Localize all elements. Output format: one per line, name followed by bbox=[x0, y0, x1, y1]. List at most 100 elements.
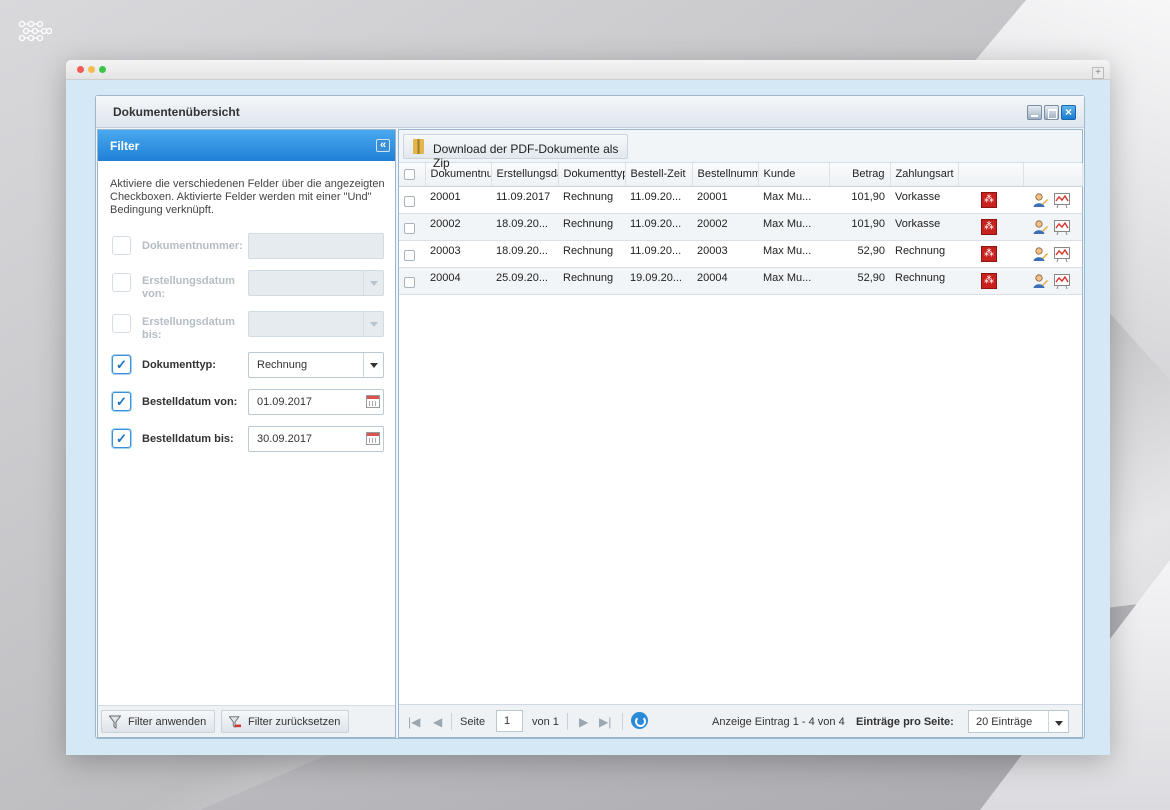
chart-icon[interactable] bbox=[1054, 219, 1070, 235]
chevron-down-icon[interactable] bbox=[363, 353, 383, 377]
table-row[interactable]: 20001 11.09.2017 Rechnung 11.09.20... 20001 M… bbox=[399, 186, 1082, 214]
erstellungsdatum-von-label: Erstellungsdatum von: bbox=[142, 275, 235, 300]
select-all-header[interactable] bbox=[399, 163, 426, 187]
per-page-value: 20 Einträge bbox=[976, 716, 1033, 728]
cell-dokumenttyp: Rechnung bbox=[558, 213, 625, 241]
table-row[interactable]: 20002 18.09.20... Rechnung 11.09.20... 20002… bbox=[399, 213, 1082, 241]
chart-icon[interactable] bbox=[1054, 246, 1070, 262]
minimize-window-button[interactable] bbox=[1027, 105, 1042, 120]
bestelldatum-bis-checkbox[interactable]: ✓ bbox=[112, 429, 131, 448]
column-header-erstellungsdatum[interactable]: Erstellungsdatum bbox=[491, 163, 559, 187]
dokumenttyp-checkbox[interactable]: ✓ bbox=[112, 355, 131, 374]
column-header-bestellnummer[interactable]: Bestellnummer bbox=[692, 163, 759, 187]
erstellungsdatum-von-checkbox[interactable] bbox=[112, 273, 131, 292]
first-page-icon[interactable]: |◀ bbox=[408, 715, 420, 729]
pdf-cell: ⁂ bbox=[958, 213, 1023, 241]
new-tab-icon[interactable]: + bbox=[1092, 67, 1104, 79]
bestelldatum-von-checkbox[interactable]: ✓ bbox=[112, 392, 131, 411]
calendar-icon[interactable] bbox=[366, 395, 380, 408]
table-row[interactable]: 20004 25.09.20... Rechnung 19.09.20... 20004… bbox=[399, 267, 1082, 295]
filter-row-dokumenttyp: ✓ Dokumenttyp: Rechnung bbox=[112, 352, 384, 380]
customer-edit-icon[interactable] bbox=[1032, 246, 1048, 262]
pager-separator bbox=[567, 713, 568, 730]
chart-icon[interactable] bbox=[1054, 192, 1070, 208]
previous-page-icon[interactable]: ◀ bbox=[433, 715, 442, 729]
chevron-down-icon[interactable] bbox=[363, 271, 383, 295]
column-header-zahlungsart[interactable]: Zahlungsart bbox=[890, 163, 959, 187]
last-page-icon[interactable]: ▶| bbox=[599, 715, 611, 729]
bestelldatum-bis-input[interactable]: 30.09.2017 bbox=[248, 426, 384, 452]
reset-filter-button[interactable]: Filter zurücksetzen bbox=[221, 710, 349, 733]
funnel-remove-icon bbox=[229, 716, 241, 728]
table-row[interactable]: 20003 18.09.20... Rechnung 11.09.20... 20003… bbox=[399, 240, 1082, 268]
column-header-bestell-zeit[interactable]: Bestell-Zeit bbox=[625, 163, 693, 187]
bestelldatum-von-label: Bestelldatum von: bbox=[142, 396, 238, 408]
customer-edit-icon[interactable] bbox=[1032, 192, 1048, 208]
bestelldatum-von-input[interactable]: 01.09.2017 bbox=[248, 389, 384, 415]
row-checkbox[interactable] bbox=[404, 195, 415, 207]
column-header-dokumenttyp[interactable]: Dokumenttyp bbox=[558, 163, 626, 187]
chevron-down-icon[interactable] bbox=[363, 312, 383, 336]
dokumentnummer-checkbox[interactable] bbox=[112, 236, 131, 255]
erstellungsdatum-bis-label: Erstellungsdatum bis: bbox=[142, 316, 235, 341]
customer-edit-icon[interactable] bbox=[1032, 219, 1048, 235]
bestelldatum-bis-value: 30.09.2017 bbox=[257, 433, 313, 445]
next-page-icon[interactable]: ▶ bbox=[579, 715, 588, 729]
per-page-combo[interactable]: 20 Einträge bbox=[968, 710, 1069, 733]
row-checkbox[interactable] bbox=[404, 249, 415, 261]
pdf-icon[interactable]: ⁂ bbox=[981, 218, 997, 235]
pdf-icon[interactable]: ⁂ bbox=[981, 245, 997, 262]
filter-row-bestelldatum-bis: ✓ Bestelldatum bis: 30.09.2017 bbox=[112, 426, 384, 454]
minimize-dot-icon[interactable] bbox=[88, 66, 95, 73]
close-dot-icon[interactable] bbox=[77, 66, 84, 73]
close-window-button[interactable]: × bbox=[1061, 105, 1076, 120]
dokumenttyp-combo[interactable]: Rechnung bbox=[248, 352, 384, 378]
filter-row-erstellungsdatum-von: Erstellungsdatum von: bbox=[112, 270, 384, 300]
erstellungsdatum-bis-combo[interactable] bbox=[248, 311, 384, 337]
download-zip-button[interactable]: Download der PDF-Dokumente als Zip bbox=[403, 134, 628, 170]
cell-bestell-zeit: 11.09.20... bbox=[625, 213, 692, 241]
dokumentnummer-input[interactable] bbox=[248, 233, 384, 259]
refresh-icon[interactable] bbox=[631, 712, 648, 729]
apply-filter-button[interactable]: Filter anwenden bbox=[101, 710, 215, 733]
grid-pager: |◀ ◀ Seite 1 von 1 ▶ ▶| Anzeige Eintrag … bbox=[399, 704, 1082, 737]
bestelldatum-bis-label: Bestelldatum bis: bbox=[142, 433, 234, 445]
zoom-dot-icon[interactable] bbox=[99, 66, 106, 73]
dokumenttyp-value: Rechnung bbox=[257, 359, 308, 371]
row-checkbox[interactable] bbox=[404, 222, 415, 234]
chart-icon[interactable] bbox=[1054, 273, 1070, 289]
pdf-icon[interactable]: ⁂ bbox=[981, 272, 997, 289]
cell-bestell-zeit: 19.09.20... bbox=[625, 267, 692, 295]
pdf-icon[interactable]: ⁂ bbox=[981, 191, 997, 208]
column-header-kunde[interactable]: Kunde bbox=[758, 163, 830, 187]
table-header-row: Dokumentnummer Erstellungsdatum Dokument… bbox=[399, 163, 1083, 187]
filter-row-erstellungsdatum-bis: Erstellungsdatum bis: bbox=[112, 311, 384, 341]
select-all-checkbox[interactable] bbox=[404, 168, 415, 180]
column-header-betrag[interactable]: Betrag bbox=[829, 163, 891, 187]
calendar-icon[interactable] bbox=[366, 432, 380, 445]
document-overview-window: Dokumentenübersicht × Filter « Aktiviere… bbox=[95, 95, 1085, 739]
dokumentnummer-label: Dokumentnummer: bbox=[142, 240, 243, 252]
actions-cell bbox=[1023, 240, 1082, 268]
cell-dokumentnummer: 20002 bbox=[425, 213, 491, 241]
window-title-bar[interactable]: Dokumentenübersicht × bbox=[96, 96, 1084, 128]
filter-description: Aktiviere die verschiedenen Felder über … bbox=[110, 178, 385, 216]
display-info: Anzeige Eintrag 1 - 4 von 4 bbox=[712, 716, 845, 728]
row-select-cell bbox=[399, 186, 425, 214]
row-checkbox[interactable] bbox=[404, 276, 415, 288]
cell-erstellungsdatum: 18.09.20... bbox=[491, 213, 558, 241]
collapse-filter-button[interactable]: « bbox=[376, 139, 390, 152]
page-number-input[interactable]: 1 bbox=[496, 710, 523, 732]
column-header-pdf bbox=[958, 163, 1024, 187]
browser-window: + Dokumentenübersicht × Filter « Aktivie… bbox=[66, 60, 1110, 755]
per-page-label: Einträge pro Seite: bbox=[856, 716, 954, 728]
row-select-cell bbox=[399, 213, 425, 241]
cell-dokumenttyp: Rechnung bbox=[558, 240, 625, 268]
maximize-window-button[interactable] bbox=[1044, 105, 1059, 120]
page-count-label: von 1 bbox=[532, 716, 559, 728]
erstellungsdatum-bis-checkbox[interactable] bbox=[112, 314, 131, 333]
dokumenttyp-label: Dokumenttyp: bbox=[142, 359, 216, 371]
erstellungsdatum-von-combo[interactable] bbox=[248, 270, 384, 296]
customer-edit-icon[interactable] bbox=[1032, 273, 1048, 289]
chevron-down-icon[interactable] bbox=[1048, 711, 1068, 732]
